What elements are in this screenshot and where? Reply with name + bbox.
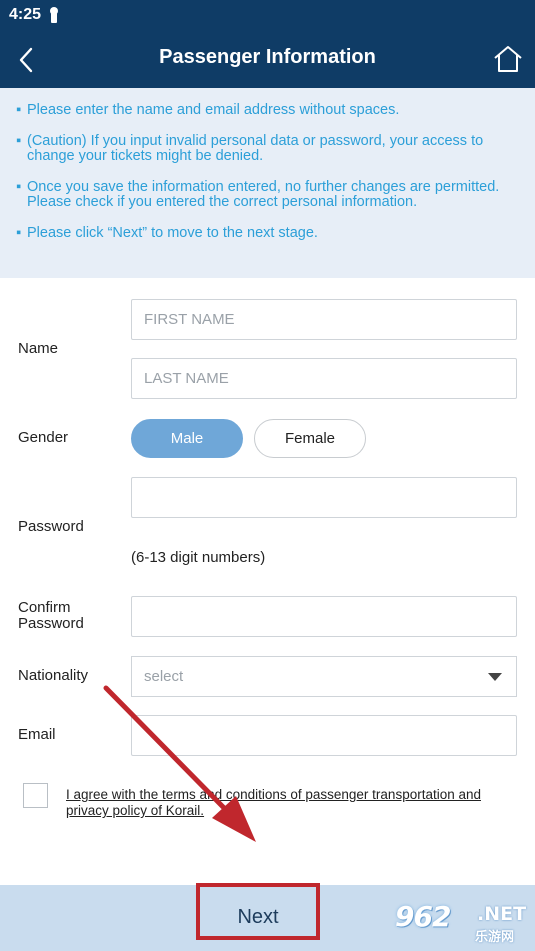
notice-panel: ▪ Please enter the name and email address… <box>0 88 535 278</box>
password-input[interactable] <box>131 477 517 518</box>
page-title: Passenger Information <box>159 46 376 68</box>
agree-checkbox[interactable] <box>23 783 48 808</box>
watermark-number: 962 <box>395 900 451 933</box>
nationality-value: select <box>144 668 184 685</box>
first-name-input[interactable] <box>131 299 517 340</box>
status-time: 4:25 <box>9 6 42 23</box>
passenger-form: Name Gender Male Female Password (6-13 d… <box>0 278 535 885</box>
confirm-password-input[interactable] <box>131 596 517 637</box>
next-button[interactable]: Next <box>196 883 320 940</box>
agree-terms-link[interactable]: I agree with the terms and conditions of… <box>66 787 516 819</box>
name-label: Name <box>18 340 59 357</box>
notice-item: ▪ Once you save the information entered, … <box>16 178 500 210</box>
app-header: 4:25 Passenger Information <box>0 0 535 88</box>
home-button[interactable] <box>493 44 523 74</box>
confirm-password-label-line2: Password <box>18 615 84 632</box>
keyhole-icon <box>50 7 59 23</box>
gender-female-button[interactable]: Female <box>254 419 366 458</box>
notice-item: ▪ (Caution) If you input invalid personal… <box>16 132 484 164</box>
site-watermark: 962 .NET 乐游网 <box>393 898 529 946</box>
watermark-subtext: 乐游网 <box>475 929 515 944</box>
email-input[interactable] <box>131 715 517 756</box>
confirm-password-label-line1: Confirm <box>18 599 71 616</box>
email-label: Email <box>18 726 56 743</box>
caret-down-icon <box>488 672 502 681</box>
nationality-label: Nationality <box>18 667 89 684</box>
gender-label: Gender <box>18 429 69 446</box>
last-name-input[interactable] <box>131 358 517 399</box>
home-icon <box>494 46 522 72</box>
watermark-suffix: .NET <box>477 903 527 925</box>
notice-item: ▪ Please click “Next” to move to the next… <box>16 224 318 241</box>
notice-item: ▪ Please enter the name and email address… <box>16 102 400 118</box>
password-label: Password <box>18 518 84 535</box>
gender-male-button[interactable]: Male <box>131 419 243 458</box>
status-bar: 4:25 <box>9 6 59 24</box>
nationality-select[interactable]: select <box>131 656 517 697</box>
password-hint: (6-13 digit numbers) <box>131 549 266 566</box>
